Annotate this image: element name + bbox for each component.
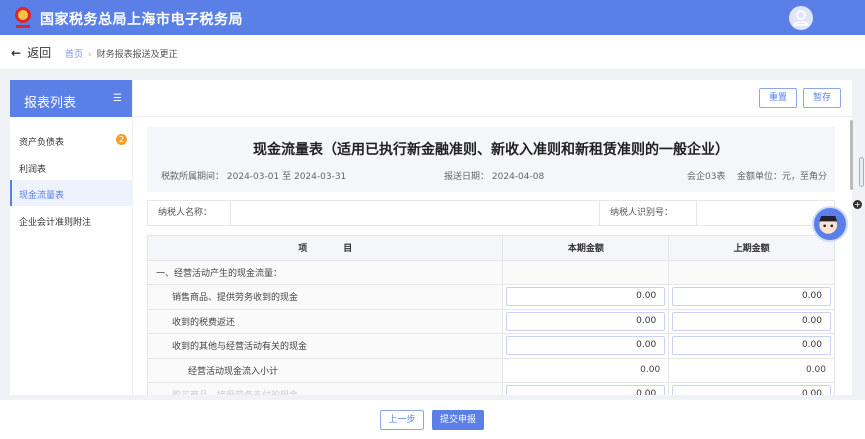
row-label: 销售商品、提供劳务收到的现金 [146, 284, 504, 310]
breadcrumb-home[interactable]: 首页 [65, 50, 83, 60]
taxpayer-row: 纳税人名称： 纳税人识别号： [147, 200, 835, 226]
current-amount-input[interactable]: 0.00 [506, 287, 666, 307]
form-title: 现金流量表（适用已执行新金融准则、新收入准则和新租赁准则的一般企业） [253, 142, 729, 158]
table-row: 收到的税费返还 0.00 0.00 [146, 308, 835, 334]
sidebar-item-label: 资产负债表 [19, 138, 65, 148]
sidebar-header: 报表列表 ☰ [10, 80, 132, 117]
arrow-left-icon: ← [11, 46, 22, 60]
sidebar-item-cash-flow[interactable]: 现金流量表 [10, 180, 132, 206]
site-title: 国家税务总局上海市电子税务局 [40, 12, 243, 28]
previous-amount-input[interactable]: 0.00 [672, 287, 831, 307]
previous-amount-input[interactable]: 0.00 [672, 311, 831, 331]
back-button[interactable]: ← 返回 [11, 44, 51, 61]
save-draft-button[interactable]: 暂存 [803, 88, 841, 108]
sidebar-item-label: 现金流量表 [19, 191, 65, 201]
sidebar-item-income-statement[interactable]: 利润表 [10, 154, 132, 180]
row-label: 一、经营活动产生的现金流量： [146, 259, 504, 285]
current-amount-input[interactable]: 0.00 [506, 311, 666, 331]
breadcrumb-current: 财务报表报送及更正 [96, 50, 178, 60]
table-header-row: 项 目本期金额 上期金额 [146, 235, 835, 261]
top-header: 国家税务总局上海市电子税务局 [0, 0, 865, 35]
menu-collapse-icon[interactable]: ☰ [113, 93, 122, 104]
form-title-box: 现金流量表（适用已执行新金融准则、新收入准则和新租赁准则的一般企业） 税款所属期… [147, 127, 835, 192]
row-label: 购买商品、接受劳务支付的现金 [146, 382, 504, 395]
user-icon [792, 10, 810, 26]
column-header-item: 项 目 [146, 235, 504, 261]
chevron-right-icon: › [88, 50, 92, 60]
table-row: 销售商品、提供劳务收到的现金 0.00 0.00 [146, 284, 835, 310]
sidebar-item-notes[interactable]: 企业会计准则附注 [10, 207, 132, 233]
table-row: 购买商品、接受劳务支付的现金0.000.00 [146, 382, 835, 395]
report-date: 报送日期： 2024-04-08 [444, 172, 545, 182]
count-badge: 2 [116, 134, 127, 145]
row-label: 收到的税费返还 [146, 308, 504, 334]
previous-subtotal: 0.00 [668, 357, 835, 383]
page-scrollbar[interactable] [859, 157, 864, 187]
row-label: 收到的其他与经营活动有关的现金 [146, 333, 504, 359]
reset-button[interactable]: 重置 [759, 88, 797, 108]
cash-flow-table: 项 目本期金额 上期金额 一、经营活动产生的现金流量： 销售商品、提供劳务收到的现… [146, 235, 835, 395]
sidebar-item-label: 利润表 [19, 165, 47, 175]
assistant-icon [819, 216, 838, 234]
sidebar: 报表列表 ☰ 资产负债表 2 利润表 现金流量表 企业会计准则附注 [10, 80, 132, 395]
sidebar-title: 报表列表 [24, 96, 77, 111]
column-header-previous: 上期金额 [668, 235, 835, 261]
assistant-avatar[interactable] [812, 206, 848, 242]
current-amount-input[interactable]: 0.00 [506, 385, 666, 395]
footer-bar: 上一步 提交申报 [0, 400, 865, 439]
previous-amount-input[interactable]: 0.00 [672, 336, 831, 356]
sidebar-item-label: 企业会计准则附注 [19, 218, 92, 228]
taxpayer-name-label: 纳税人名称： [158, 208, 213, 218]
scrollbar[interactable] [850, 120, 853, 190]
previous-amount-input[interactable]: 0.00 [672, 385, 831, 395]
user-avatar[interactable] [789, 6, 813, 30]
tax-period: 税款所属期间： 2024-03-01 至 2024-03-31 [161, 172, 347, 182]
sidebar-item-balance-sheet[interactable]: 资产负债表 2 [10, 127, 132, 153]
table-row: 经营活动现金流入小计 0.00 0.00 [146, 357, 835, 383]
tax-emblem-icon [15, 7, 31, 28]
current-amount-input[interactable]: 0.00 [506, 336, 666, 356]
breadcrumb-bar: ← 返回 首页 › 财务报表报送及更正 [0, 35, 865, 69]
taxpayer-id-label: 纳税人识别号： [610, 208, 674, 218]
breadcrumb: 首页 › 财务报表报送及更正 [65, 47, 178, 60]
row-label: 经营活动现金流入小计 [146, 357, 504, 383]
amount-unit: 金额单位：元，至角分 [737, 172, 828, 182]
back-label: 返回 [27, 46, 52, 60]
form-code: 会企03表 [687, 172, 726, 182]
submit-button[interactable]: 提交申报 [432, 410, 484, 430]
table-row: 一、经营活动产生的现金流量： [146, 259, 835, 285]
column-header-current: 本期金额 [502, 235, 670, 261]
table-row: 收到的其他与经营活动有关的现金 0.00 0.00 [146, 333, 835, 359]
taxpayer-name-value [230, 201, 600, 225]
plus-icon[interactable]: + [853, 200, 862, 209]
previous-step-button[interactable]: 上一步 [380, 410, 424, 430]
toolbar: 重置 暂存 [133, 80, 852, 117]
current-subtotal: 0.00 [502, 357, 670, 383]
main-panel: 重置 暂存 现金流量表（适用已执行新金融准则、新收入准则和新租赁准则的一般企业）… [133, 80, 853, 395]
